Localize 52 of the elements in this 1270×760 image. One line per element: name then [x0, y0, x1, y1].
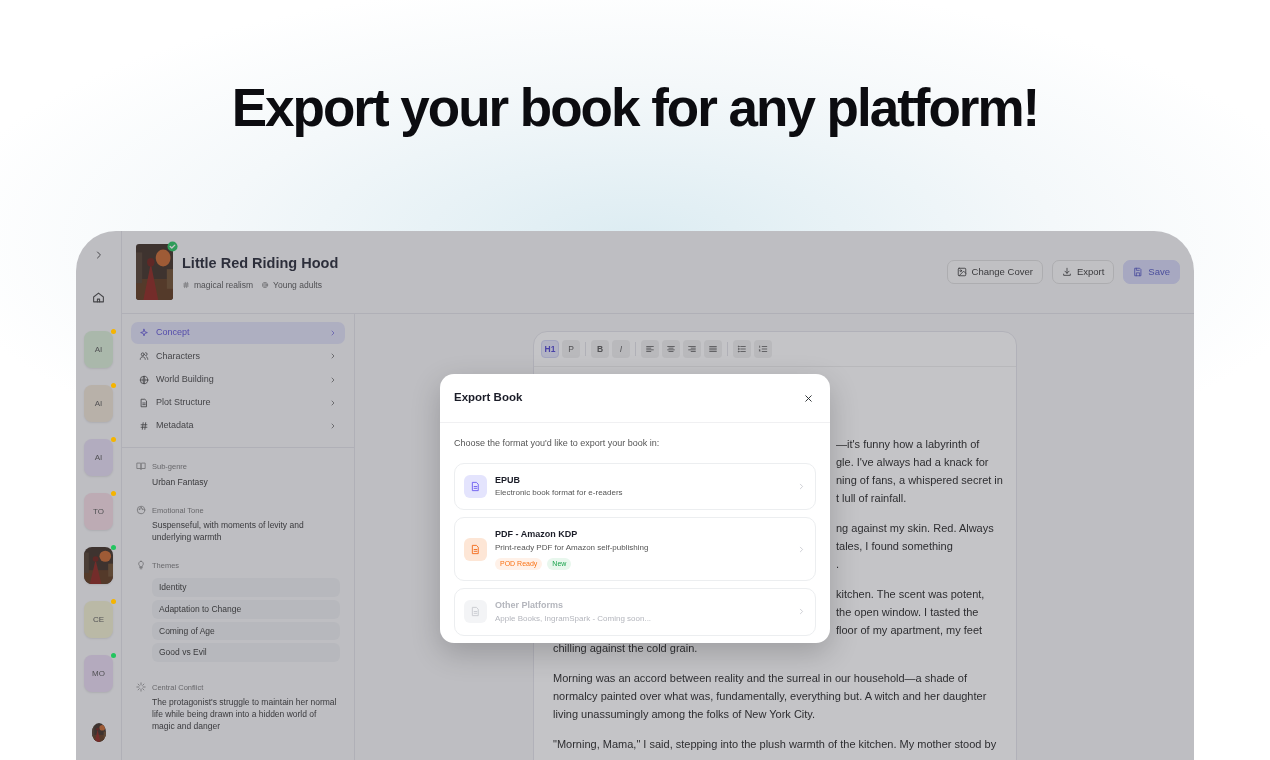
nav-item[interactable]: Metadata [131, 415, 345, 438]
text-line: t lull of rainfall. [836, 491, 907, 506]
nav-item[interactable]: Plot Structure [131, 391, 345, 414]
nav-item[interactable]: Characters [131, 345, 345, 368]
text-line: Morning was an accord between reality and the surreal in our household—a shade of [553, 671, 967, 686]
export-button[interactable]: Export [1051, 259, 1115, 285]
theme-chip: Coming of Age [152, 621, 340, 641]
option-title: Other Platforms [495, 599, 564, 612]
paragraph-button[interactable]: P [562, 340, 580, 358]
text-line: tales, I found something [836, 539, 953, 554]
text-line: "Morning, Mama," I said, stepping into the plush warmth of the kitchen. My mother stood by [553, 737, 997, 752]
project-tile[interactable]: MO [84, 655, 113, 692]
text-line: chilling against the cold grain. [553, 641, 698, 656]
heading-button[interactable]: H1 [541, 340, 559, 358]
text-line: floor of my apartment, my feet [836, 623, 983, 638]
headline: Export your book for any platform! [231, 77, 1039, 139]
text-line: ning of fans, a whispered secret in [836, 473, 1003, 488]
option-description: Apple Books, IngramSpark - Coming soon... [495, 612, 653, 625]
nav-item[interactable]: World Building [131, 368, 345, 391]
theme-chip: Good vs Evil [152, 643, 340, 663]
project-tile[interactable]: AI [84, 439, 113, 476]
project-tile[interactable]: AI [84, 385, 113, 422]
project-tile[interactable]: AI [84, 331, 113, 368]
text-line: normalcy painted over what was, fundamentally, everything but. A witch and her daughter [553, 689, 987, 704]
option-title: EPUB [495, 473, 521, 487]
text-line: living unassumingly among the folks of New York City. [553, 707, 816, 722]
dialog-title: Export Book [454, 390, 523, 406]
project-tile[interactable]: CE [84, 601, 113, 638]
text-line: kitchen. The scent was potent, [836, 587, 985, 602]
theme-chip: Adaptation to Change [152, 600, 340, 619]
bold-button[interactable]: B [591, 340, 609, 358]
text-line: —it's funny how a labyrinth of [836, 437, 980, 452]
project-tile[interactable]: TO [84, 493, 113, 530]
option-description: Electronic book format for e-readers [495, 487, 624, 499]
field-value: The protagonist's struggle to maintain her normal life while being drawn into a hidden world of magic and danger [152, 696, 338, 733]
field-value: Urban Fantasy [152, 475, 208, 488]
text-line: ng against my skin. Red. Always [836, 521, 994, 536]
format-option[interactable]: EPUB Electronic book format for e-readers [454, 462, 816, 510]
option-description: Print-ready PDF for Amazon self-publishing [495, 541, 650, 554]
text-line: . [836, 557, 840, 572]
field-value: Suspenseful, with moments of levity and underlying warmth [152, 519, 305, 543]
book-tag: magical realism [194, 278, 254, 292]
option-title: PDF - Amazon KDP [495, 528, 579, 541]
text-line: gle. I've always had a knack for [836, 455, 989, 470]
book-tag: Young adults [273, 278, 322, 292]
text-line: the open window. I tasted the [836, 605, 979, 620]
book-title: Little Red Riding Hood [182, 253, 339, 273]
italic-button[interactable]: I [612, 340, 630, 358]
theme-chip: Identity [152, 578, 340, 597]
cover-button[interactable]: Change Cover [946, 259, 1043, 285]
nav-item[interactable]: Concept [131, 322, 345, 344]
dialog-prompt: Choose the format you'd like to export your book in: [453, 437, 661, 450]
